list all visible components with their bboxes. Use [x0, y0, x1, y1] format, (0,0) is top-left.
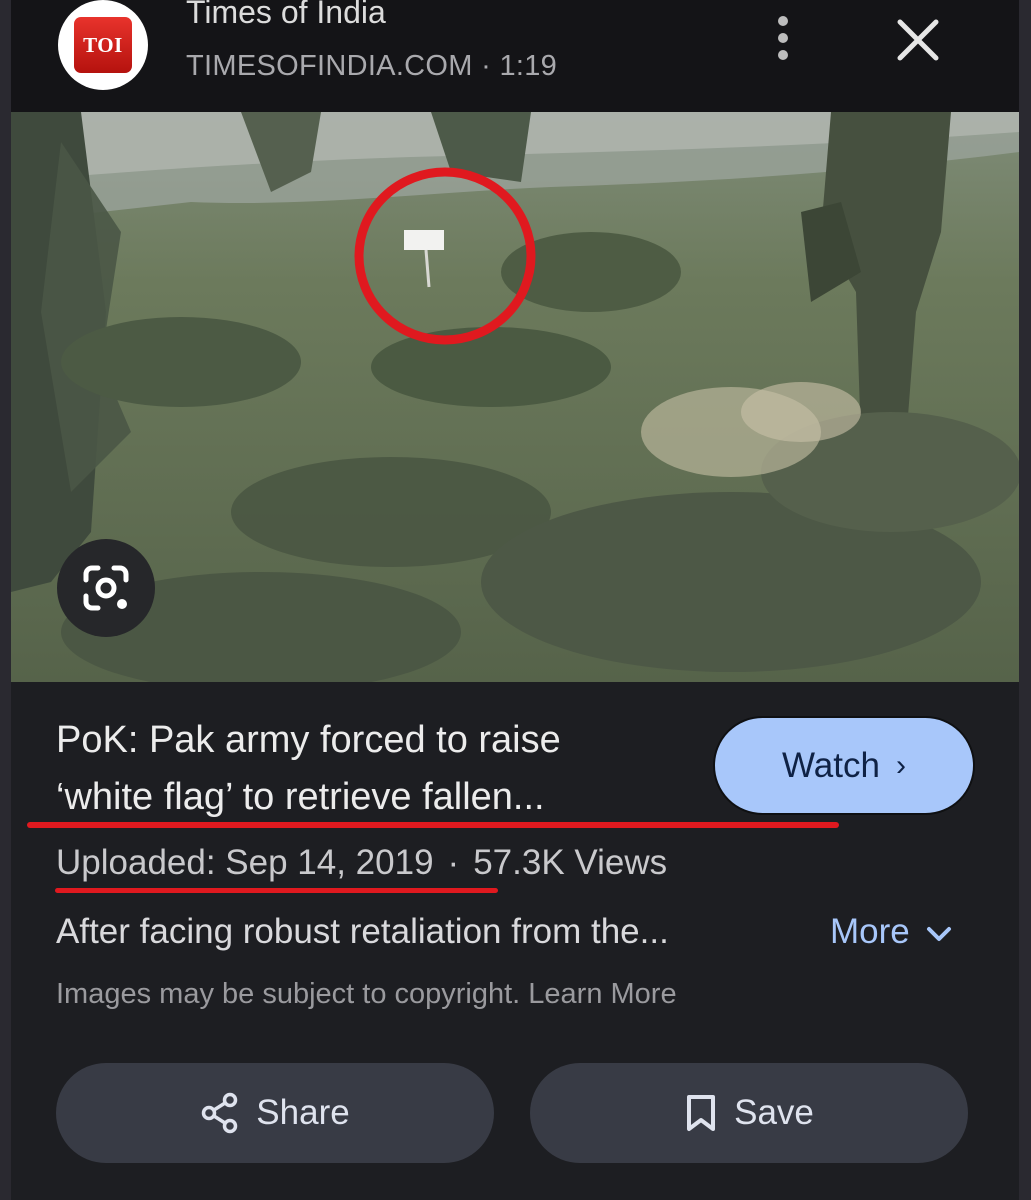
- more-vert-icon[interactable]: [771, 16, 795, 66]
- bookmark-icon: [687, 1095, 716, 1131]
- thumbnail-scene: [11, 112, 1019, 682]
- source-domain: TIMESOFINDIA.COM: [186, 50, 473, 82]
- more-label: More: [830, 912, 910, 951]
- description: After facing robust retaliation from the…: [56, 912, 669, 951]
- frame-left-edge: [0, 0, 11, 1200]
- image-result-panel: TOI Times of India TIMESOFINDIA.COM · 1:…: [11, 0, 1019, 1200]
- chevron-right-icon: ›: [895, 748, 906, 782]
- more-button[interactable]: More: [830, 912, 953, 952]
- result-title[interactable]: PoK: Pak army forced to raise ‘white fla…: [56, 712, 696, 826]
- source-name[interactable]: Times of India: [186, 0, 386, 31]
- google-lens-icon[interactable]: [57, 539, 155, 637]
- meta-dot: ·: [447, 843, 460, 882]
- learn-more-link[interactable]: Learn More: [528, 978, 676, 1010]
- copyright-text: Images may be subject to copyright.: [56, 978, 521, 1010]
- share-label: Share: [256, 1093, 350, 1132]
- video-thumbnail[interactable]: [11, 112, 1019, 682]
- save-button[interactable]: Save: [530, 1063, 968, 1163]
- share-button[interactable]: Share: [56, 1063, 494, 1163]
- upload-red-underline: [55, 888, 498, 893]
- view-count: 57.3K Views: [473, 843, 668, 882]
- watch-label: Watch: [782, 745, 880, 785]
- close-icon[interactable]: [896, 18, 940, 62]
- watch-button[interactable]: Watch ›: [713, 716, 975, 815]
- meta-separator: ·: [481, 50, 492, 82]
- toi-logo-icon: TOI: [74, 17, 132, 73]
- source-header: TOI Times of India TIMESOFINDIA.COM · 1:…: [11, 0, 1019, 112]
- source-meta: TIMESOFINDIA.COM · 1:19: [186, 50, 557, 83]
- share-icon: [202, 1092, 238, 1134]
- frame-right-edge: [1019, 0, 1031, 1200]
- title-red-underline: [27, 822, 839, 828]
- upload-date: Uploaded: Sep 14, 2019: [56, 843, 434, 882]
- title-line-1: PoK: Pak army forced to raise: [56, 719, 561, 761]
- video-duration: 1:19: [499, 50, 558, 82]
- source-logo[interactable]: TOI: [58, 0, 148, 90]
- upload-meta: Uploaded: Sep 14, 2019 · 57.3K Views: [56, 843, 667, 883]
- chevron-down-icon: [927, 926, 952, 941]
- logo-text: TOI: [83, 32, 123, 57]
- copyright-notice: Images may be subject to copyright. Lear…: [56, 978, 677, 1011]
- title-line-2: ‘white flag’ to retrieve fallen...: [56, 776, 545, 818]
- save-label: Save: [734, 1093, 814, 1132]
